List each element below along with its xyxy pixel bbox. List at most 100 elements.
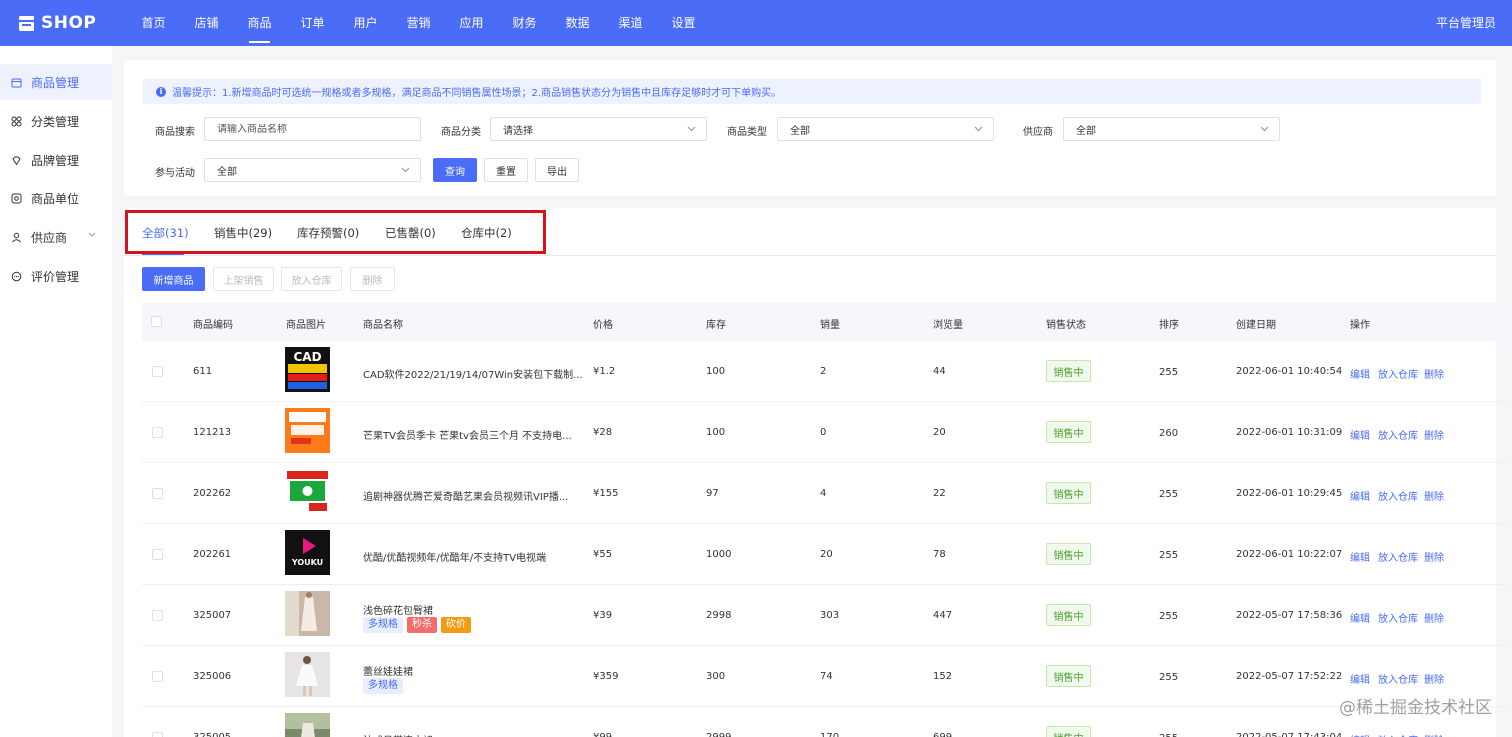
row-checkbox[interactable] [152, 366, 163, 377]
shop-icon [18, 15, 35, 31]
export-button[interactable]: 导出 [535, 158, 579, 182]
product-name[interactable]: 蕾丝娃娃裙 [363, 663, 413, 678]
table-row[interactable]: 202261 YOUKU 优酷/优酷视频年/优酷年/不支持TV电视端 ¥55 1000 2… [142, 524, 1509, 585]
row-checkbox[interactable] [152, 610, 163, 621]
delete-link[interactable]: 删除 [1424, 488, 1444, 503]
warehouse-link[interactable]: 放入仓库 [1378, 366, 1418, 381]
nav-item-5[interactable]: 营销 [392, 0, 445, 46]
sidebar-item-1[interactable]: 分类管理 [0, 103, 112, 139]
edit-link[interactable]: 编辑 [1350, 427, 1370, 442]
nav-item-0[interactable]: 首页 [127, 0, 180, 46]
diamond-icon [11, 155, 22, 166]
nav-item-2[interactable]: 商品 [233, 0, 286, 46]
sidebar-item-4[interactable]: 供应商 [0, 219, 112, 255]
table-row[interactable]: 325006 蕾丝娃娃裙 多规格 ¥359 300 74 152 销售中 255 2022-05-… [142, 646, 1509, 707]
brand-logo[interactable]: SHOP [0, 13, 127, 33]
edit-link[interactable]: 编辑 [1350, 610, 1370, 625]
product-views: 44 [933, 366, 946, 377]
product-name[interactable]: CAD软件2022/21/19/14/07Win安装包下载制... [363, 366, 583, 381]
tab-sold-out[interactable]: 已售罄(0) [385, 225, 436, 241]
product-views: 152 [933, 671, 953, 682]
tab-stock-warning[interactable]: 库存预警(0) [297, 225, 359, 241]
tip-banner: i 温馨提示：1.新增商品时可选统一规格或者多规格，满足商品不同销售属性场景；2… [143, 79, 1481, 104]
nav-item-4[interactable]: 用户 [339, 0, 392, 46]
product-name[interactable]: 浅色碎花包臀裙 [363, 602, 433, 617]
tab-all[interactable]: 全部(31) [142, 225, 189, 241]
product-name[interactable]: 芒果TV会员季卡 芒果tv会员三个月 不支持电... [363, 427, 572, 442]
delete-button[interactable]: 删除 [350, 267, 395, 291]
edit-link[interactable]: 编辑 [1350, 549, 1370, 564]
nav-item-7[interactable]: 财务 [498, 0, 551, 46]
tab-warehouse[interactable]: 仓库中(2) [461, 225, 512, 241]
product-sales: 303 [820, 610, 840, 621]
sidebar-item-2[interactable]: 品牌管理 [0, 142, 112, 178]
delete-link[interactable]: 删除 [1424, 549, 1444, 564]
activity-select[interactable]: 全部 [204, 158, 421, 182]
warehouse-link[interactable]: 放入仓库 [1378, 488, 1418, 503]
created-date: 2022-06-01 10:22:07 [1236, 549, 1343, 560]
select-all-checkbox[interactable] [151, 316, 162, 327]
product-stock: 2999 [706, 732, 731, 737]
product-sales: 0 [820, 427, 827, 438]
product-name[interactable]: 优酷/优酷视频年/优酷年/不支持TV电视端 [363, 549, 546, 564]
on-sale-button[interactable]: 上架销售 [213, 267, 274, 291]
edit-link[interactable]: 编辑 [1350, 732, 1370, 737]
nav-item-1[interactable]: 店铺 [180, 0, 233, 46]
table-row[interactable]: 325007 浅色碎花包臀裙 多规格 秒杀 砍价 ¥39 2998 303 447 销售中 255 2… [142, 585, 1509, 646]
nav-item-6[interactable]: 应用 [445, 0, 498, 46]
svg-text:YOUKU: YOUKU [291, 558, 323, 567]
product-views: 699 [933, 732, 952, 737]
product-name[interactable]: 法式吊带连衣裙 [363, 732, 433, 737]
product-stock: 97 [706, 488, 719, 499]
column-header-8: 排序 [1159, 320, 1179, 331]
to-warehouse-button[interactable]: 放入仓库 [281, 267, 342, 291]
type-select[interactable]: 全部 [777, 117, 994, 141]
sidebar-item-label: 品牌管理 [31, 153, 80, 168]
delete-link[interactable]: 删除 [1424, 366, 1444, 381]
table-row[interactable]: 202262 追剧神器优腾芒爱奇酷艺果会员视频讯VIP播... ¥155 97 4 22 销… [142, 463, 1509, 524]
row-checkbox[interactable] [152, 427, 163, 438]
add-product-button[interactable]: 新增商品 [142, 267, 205, 291]
column-header-3: 价格 [593, 320, 613, 331]
product-views: 447 [933, 610, 953, 621]
table-row[interactable]: 121213 芒果TV会员季卡 芒果tv会员三个月 不支持电... ¥28 100 0 2… [142, 402, 1509, 463]
row-checkbox[interactable] [152, 549, 163, 560]
row-checkbox[interactable] [152, 671, 163, 682]
row-checkbox[interactable] [152, 732, 163, 737]
tab-on-sale[interactable]: 销售中(29) [214, 225, 272, 241]
product-image [285, 469, 330, 514]
warehouse-link[interactable]: 放入仓库 [1378, 610, 1418, 625]
reset-button[interactable]: 重置 [484, 158, 528, 182]
nav-item-3[interactable]: 订单 [286, 0, 339, 46]
svg-text:CAD: CAD [293, 350, 321, 364]
nav-item-8[interactable]: 数据 [551, 0, 604, 46]
delete-link[interactable]: 删除 [1424, 610, 1444, 625]
product-name[interactable]: 追剧神器优腾芒爱奇酷艺果会员视频讯VIP播... [363, 488, 568, 503]
search-label: 商品搜索 [155, 127, 195, 138]
delete-link[interactable]: 删除 [1424, 427, 1444, 442]
warehouse-link[interactable]: 放入仓库 [1378, 671, 1418, 686]
row-checkbox[interactable] [152, 488, 163, 499]
table-row[interactable]: 611 CAD CAD软件2022/21/19/14/07Win安装包下载制... ¥… [142, 341, 1509, 402]
sidebar-item-0[interactable]: 商品管理 [0, 64, 112, 100]
search-input[interactable] [217, 123, 420, 135]
supplier-select[interactable]: 全部 [1063, 117, 1280, 141]
sidebar-item-5[interactable]: 评价管理 [0, 258, 112, 294]
delete-link[interactable]: 删除 [1424, 671, 1444, 686]
table-row[interactable]: 325005 法式吊带连衣裙 ¥99 2999 170 699 销售中 255 2022-05-… [142, 707, 1509, 737]
edit-link[interactable]: 编辑 [1350, 671, 1370, 686]
warehouse-link[interactable]: 放入仓库 [1378, 549, 1418, 564]
warehouse-link[interactable]: 放入仓库 [1378, 732, 1418, 737]
admin-user[interactable]: 平台管理员 [1436, 0, 1496, 46]
nav-item-9[interactable]: 渠道 [604, 0, 657, 46]
status-badge: 销售中 [1046, 482, 1091, 504]
warehouse-link[interactable]: 放入仓库 [1378, 427, 1418, 442]
product-price: ¥1.2 [593, 366, 616, 377]
category-select[interactable]: 请选择 [490, 117, 707, 141]
nav-item-10[interactable]: 设置 [657, 0, 710, 46]
sidebar-item-3[interactable]: 商品单位 [0, 180, 112, 216]
edit-link[interactable]: 编辑 [1350, 366, 1370, 381]
query-button[interactable]: 查询 [433, 158, 477, 182]
delete-link[interactable]: 删除 [1424, 732, 1444, 737]
edit-link[interactable]: 编辑 [1350, 488, 1370, 503]
